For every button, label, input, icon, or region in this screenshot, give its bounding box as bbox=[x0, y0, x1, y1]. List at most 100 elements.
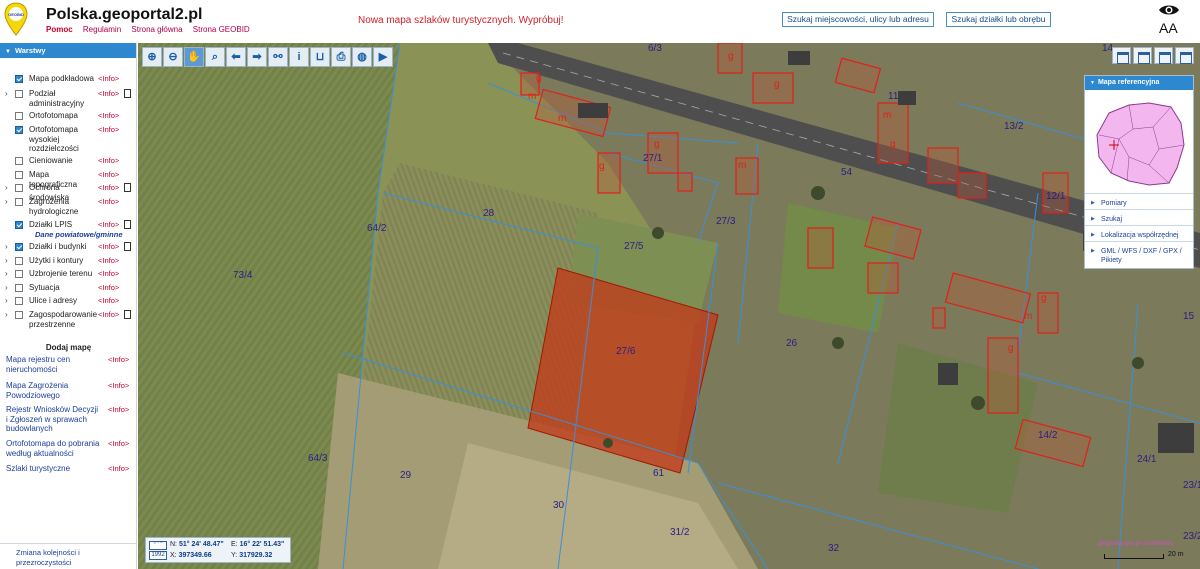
reference-map-header[interactable]: ▼ Mapa referencyjna bbox=[1085, 76, 1193, 90]
layer-info-link[interactable]: <Info> bbox=[98, 242, 119, 251]
legend-document-icon[interactable] bbox=[124, 89, 131, 98]
add-map-label[interactable]: Rejestr Wniosków Decyzji i Zgłoszeń w sp… bbox=[6, 405, 102, 434]
parcel-label[interactable]: 28 bbox=[483, 208, 494, 219]
parcel-label[interactable]: 12/1 bbox=[1046, 191, 1065, 202]
layer-info-link[interactable]: <Info> bbox=[98, 183, 119, 192]
attribution[interactable]: geoportal.gov.pl contributors bbox=[1098, 541, 1173, 547]
parcel-label[interactable]: 27/3 bbox=[716, 216, 735, 227]
layer-checkbox[interactable] bbox=[15, 311, 23, 319]
parcel-label[interactable]: 27/6 bbox=[616, 346, 635, 357]
layer-info-link[interactable]: <Info> bbox=[98, 296, 119, 305]
geobid-logo-icon[interactable]: GEOBID bbox=[4, 2, 28, 36]
reorder-transparency-link[interactable]: Zmiana kolejności i przezroczystości bbox=[0, 543, 136, 569]
zoom-box-icon[interactable]: ⌕ bbox=[205, 47, 225, 67]
layer-checkbox[interactable] bbox=[15, 243, 23, 251]
legend-document-icon[interactable] bbox=[124, 220, 131, 229]
zoom-in-icon[interactable]: ⊕ bbox=[142, 47, 162, 67]
coordinate-system-button[interactable]: 1992 bbox=[149, 551, 167, 560]
layout-left-panel-icon[interactable] bbox=[1133, 47, 1152, 64]
layer-info-link[interactable]: <Info> bbox=[98, 256, 119, 265]
print-icon[interactable]: ⎙ bbox=[331, 47, 351, 67]
parcel-label[interactable]: 15 bbox=[1183, 311, 1194, 322]
terms-link[interactable]: Regulamin bbox=[83, 25, 121, 34]
parcel-label[interactable]: 14/2 bbox=[1038, 430, 1057, 441]
layer-info-link[interactable]: <Info> bbox=[98, 111, 119, 120]
layout-split-icon[interactable] bbox=[1154, 47, 1173, 64]
forward-arrow-icon[interactable]: ➡ bbox=[247, 47, 267, 67]
parcel-label[interactable]: 26 bbox=[786, 338, 797, 349]
map-view[interactable]: 73/4 64/2 28 27/1 27/5 27/3 27/6 26 54 11 13/2 12/1… bbox=[138, 43, 1200, 569]
expand-chevron-icon[interactable]: › bbox=[5, 183, 8, 192]
orthophoto-map[interactable] bbox=[138, 43, 1200, 569]
measure-icon[interactable]: ⊔ bbox=[310, 47, 330, 67]
expand-chevron-icon[interactable]: › bbox=[5, 310, 8, 319]
video-icon[interactable]: ▶ bbox=[373, 47, 393, 67]
layer-info-link[interactable]: <Info> bbox=[98, 156, 119, 165]
geobid-link[interactable]: Strona GEOBID bbox=[193, 25, 250, 34]
dms-format-icon[interactable]: ° ' " bbox=[149, 541, 167, 550]
parcel-label[interactable]: 23/1 bbox=[1183, 480, 1200, 491]
add-map-label[interactable]: Mapa rejestru cen nieruchomości bbox=[6, 355, 102, 374]
layout-right-panel-icon[interactable] bbox=[1175, 47, 1194, 64]
right-panel-item[interactable]: ▶ GML / WFS / DXF / GPX / Pikiety bbox=[1085, 241, 1193, 270]
add-map-info-link[interactable]: <Info> bbox=[108, 355, 129, 364]
info-icon[interactable]: i bbox=[289, 47, 309, 67]
layer-info-link[interactable]: <Info> bbox=[98, 125, 119, 134]
layer-checkbox[interactable] bbox=[15, 90, 23, 98]
layer-checkbox[interactable] bbox=[15, 126, 23, 134]
add-map-item[interactable]: Mapa Zagrożenia Powodziowego <Info> bbox=[6, 381, 136, 400]
parcel-label[interactable]: 54 bbox=[841, 167, 852, 178]
home-link[interactable]: Strona główna bbox=[131, 25, 182, 34]
expand-chevron-icon[interactable]: › bbox=[5, 89, 8, 98]
layer-checkbox[interactable] bbox=[15, 157, 23, 165]
parcel-label[interactable]: 64/3 bbox=[308, 453, 327, 464]
layer-info-link[interactable]: <Info> bbox=[98, 310, 119, 319]
legend-document-icon[interactable] bbox=[124, 310, 131, 319]
layer-checkbox[interactable] bbox=[15, 75, 23, 83]
add-map-info-link[interactable]: <Info> bbox=[108, 439, 129, 448]
layer-info-link[interactable]: <Info> bbox=[98, 170, 119, 179]
add-map-item[interactable]: Szlaki turystyczne <Info> bbox=[6, 464, 136, 474]
layer-checkbox[interactable] bbox=[15, 297, 23, 305]
search-address-button[interactable]: Szukaj miejscowości, ulicy lub adresu bbox=[782, 12, 934, 27]
font-size-toggle[interactable]: AA bbox=[1159, 20, 1178, 36]
poland-reference-map[interactable] bbox=[1089, 93, 1189, 193]
help-link[interactable]: Pomoc bbox=[46, 25, 73, 34]
parcel-label[interactable]: 6/3 bbox=[648, 43, 662, 54]
accessibility-eye-icon[interactable] bbox=[1158, 3, 1180, 17]
search-parcel-button[interactable]: Szukaj działki lub obrębu bbox=[946, 12, 1051, 27]
parcel-label[interactable]: 23/2 bbox=[1183, 531, 1200, 542]
parcel-label[interactable]: 31/2 bbox=[670, 527, 689, 538]
link-icon[interactable]: ⚯ bbox=[268, 47, 288, 67]
layer-info-link[interactable]: <Info> bbox=[98, 74, 119, 83]
parcel-label[interactable]: 27/1 bbox=[643, 153, 662, 164]
parcel-label[interactable]: 29 bbox=[400, 470, 411, 481]
parcel-label[interactable]: 24/1 bbox=[1137, 454, 1156, 465]
layer-info-link[interactable]: <Info> bbox=[98, 89, 119, 98]
zoom-out-icon[interactable]: ⊖ bbox=[163, 47, 183, 67]
expand-chevron-icon[interactable]: › bbox=[5, 197, 8, 206]
pan-hand-icon[interactable]: ✋ bbox=[184, 47, 204, 67]
layer-info-link[interactable]: <Info> bbox=[98, 269, 119, 278]
expand-chevron-icon[interactable]: › bbox=[5, 269, 8, 278]
expand-chevron-icon[interactable]: › bbox=[5, 256, 8, 265]
expand-chevron-icon[interactable]: › bbox=[5, 283, 8, 292]
layer-info-link[interactable]: <Info> bbox=[98, 283, 119, 292]
layer-checkbox[interactable] bbox=[15, 270, 23, 278]
parcel-label[interactable]: 11 bbox=[888, 91, 898, 102]
parcel-label[interactable]: 27/5 bbox=[624, 241, 643, 252]
legend-document-icon[interactable] bbox=[124, 183, 131, 192]
add-map-info-link[interactable]: <Info> bbox=[108, 381, 129, 390]
layer-checkbox[interactable] bbox=[15, 112, 23, 120]
layers-panel-header[interactable]: ▼ Warstwy bbox=[0, 43, 136, 58]
add-map-item[interactable]: Mapa rejestru cen nieruchomości <Info> bbox=[6, 355, 136, 374]
add-map-info-link[interactable]: <Info> bbox=[108, 405, 129, 414]
add-map-label[interactable]: Szlaki turystyczne bbox=[6, 464, 102, 474]
parcel-label[interactable]: 13/2 bbox=[1004, 121, 1023, 132]
site-title[interactable]: Polska.geoportal2.pl bbox=[46, 6, 202, 24]
parcel-label[interactable]: 32 bbox=[828, 543, 839, 554]
expand-chevron-icon[interactable]: › bbox=[5, 242, 8, 251]
expand-chevron-icon[interactable]: › bbox=[5, 296, 8, 305]
layout-full-icon[interactable] bbox=[1112, 47, 1131, 64]
layer-checkbox[interactable] bbox=[15, 184, 23, 192]
